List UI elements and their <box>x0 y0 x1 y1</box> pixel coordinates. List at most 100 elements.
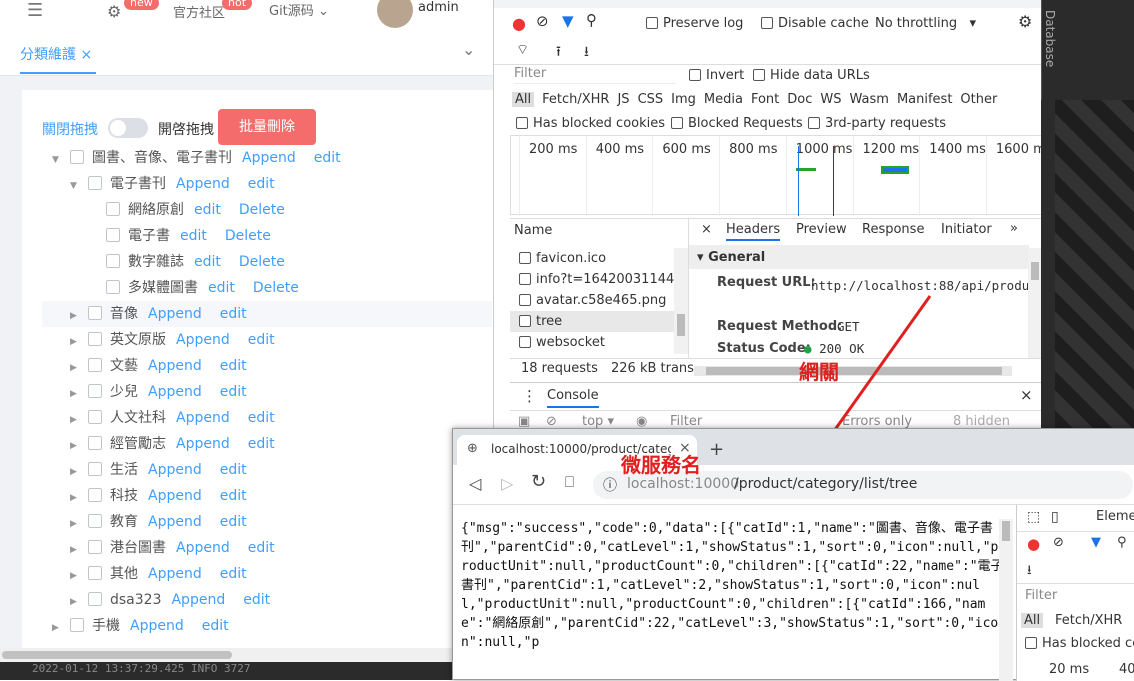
console-tab[interactable]: Console <box>547 388 599 408</box>
third-party-checkbox[interactable]: 3rd-party requests <box>808 116 946 131</box>
append-button[interactable]: Append <box>148 306 202 322</box>
node-checkbox[interactable] <box>88 566 102 580</box>
tree-node[interactable]: ▶ 人文社科 Append edit <box>70 405 275 431</box>
node-checkbox[interactable] <box>106 202 120 216</box>
edit-button[interactable]: edit <box>180 228 207 244</box>
tree-node[interactable]: ▶ 港台圖書 Append edit <box>70 535 275 561</box>
preserve-log-checkbox[interactable]: Preserve log <box>646 16 743 31</box>
settings-gear-icon[interactable]: ⚙ <box>1018 12 1032 31</box>
caret-right-icon[interactable]: ▶ <box>70 433 82 459</box>
caret-right-icon[interactable]: ▶ <box>70 381 82 407</box>
tree-node[interactable]: 多媒體圖書 edit Delete <box>88 275 299 301</box>
edit-button[interactable]: edit <box>243 592 270 608</box>
download-icon[interactable]: ⭳ <box>584 41 589 65</box>
delete-button[interactable]: Delete <box>239 254 285 270</box>
database-tab[interactable]: Database <box>1043 10 1057 67</box>
console-menu-icon[interactable]: ⋮ <box>522 387 537 405</box>
node-checkbox[interactable] <box>88 592 102 606</box>
filter-input[interactable]: Filter <box>514 66 676 84</box>
tree-node[interactable]: ▶ 科技 Append edit <box>70 483 247 509</box>
filter-icon[interactable]: ▼ <box>562 12 574 30</box>
eye-icon[interactable]: ◉ <box>636 414 647 429</box>
edit-button[interactable]: edit <box>220 462 247 478</box>
append-button[interactable]: Append <box>148 514 202 530</box>
append-button[interactable]: Append <box>176 332 230 348</box>
download-icon[interactable]: ⭳ <box>1027 561 1032 583</box>
caret-down-icon[interactable]: ▼ <box>70 173 82 199</box>
node-checkbox[interactable] <box>88 462 102 476</box>
node-checkbox[interactable] <box>88 176 102 190</box>
new-tab-icon[interactable]: + <box>709 439 724 460</box>
name-column-header[interactable]: Name <box>514 223 552 238</box>
node-checkbox[interactable] <box>106 228 120 242</box>
node-checkbox[interactable] <box>88 436 102 450</box>
request-row[interactable]: info?t=164200311446 <box>510 269 674 290</box>
type-all[interactable]: All <box>1021 613 1044 628</box>
edit-button[interactable]: edit <box>220 488 247 504</box>
node-checkbox[interactable] <box>88 332 102 346</box>
log-level-select[interactable]: Errors only <box>842 414 912 429</box>
request-list-scrollbar[interactable] <box>674 248 688 354</box>
chevron-down-icon[interactable]: ⌄ <box>462 40 475 59</box>
horizontal-scrollbar[interactable] <box>0 648 493 662</box>
request-row[interactable]: favicon.ico <box>510 248 674 269</box>
tree-node[interactable]: ▶ 經管勵志 Append edit <box>70 431 275 457</box>
tree-node[interactable]: 電子書 edit Delete <box>88 223 271 249</box>
disable-cache-checkbox[interactable]: Disable cache <box>761 16 869 31</box>
tree-node[interactable]: ▶ 英文原版 Append edit <box>70 327 275 353</box>
append-button[interactable]: Append <box>176 176 230 192</box>
reload-icon[interactable]: ↻ <box>531 471 546 492</box>
edit-button[interactable]: edit <box>194 202 221 218</box>
gear-icon[interactable]: ⚙ <box>107 2 121 21</box>
more-tabs-icon[interactable]: » <box>1010 221 1018 236</box>
node-checkbox[interactable] <box>88 488 102 502</box>
type-fetch[interactable]: Fetch/XHR <box>1055 613 1122 628</box>
clear-icon[interactable]: ⊘ <box>536 12 549 30</box>
delete-button[interactable]: Delete <box>253 280 299 296</box>
edit-button[interactable]: edit <box>248 176 275 192</box>
context-select[interactable]: top ▾ <box>582 414 614 429</box>
caret-right-icon[interactable]: ▶ <box>70 511 82 537</box>
community-link[interactable]: 官方社区 <box>173 2 225 21</box>
append-button[interactable]: Append <box>176 540 230 556</box>
type-filter-all[interactable]: All <box>512 92 535 107</box>
general-section[interactable]: ▾ General <box>697 250 765 265</box>
search-icon[interactable]: ⚲ <box>1117 535 1127 550</box>
type-filter-media[interactable]: Media <box>704 92 743 107</box>
wifi-icon[interactable]: ⌔ <box>516 41 529 59</box>
edit-button[interactable]: edit <box>314 150 341 166</box>
edit-button[interactable]: edit <box>220 358 247 374</box>
append-button[interactable]: Append <box>148 384 202 400</box>
request-row[interactable]: tree <box>510 311 674 332</box>
git-link[interactable]: Git源码 ⌄ <box>269 0 329 19</box>
node-checkbox[interactable] <box>88 358 102 372</box>
record-icon[interactable]: ● <box>1027 535 1040 553</box>
batch-delete-button[interactable]: 批量刪除 <box>218 109 316 145</box>
edit-button[interactable]: edit <box>248 540 275 556</box>
type-filter-img[interactable]: Img <box>671 92 696 107</box>
request-row[interactable]: avatar.c58e465.png <box>510 290 674 311</box>
tab-initiator[interactable]: Initiator <box>941 222 992 237</box>
filter-icon[interactable]: ▼ <box>1091 535 1101 550</box>
append-button[interactable]: Append <box>242 150 296 166</box>
caret-right-icon[interactable]: ▶ <box>70 355 82 381</box>
forward-icon[interactable]: ▷ <box>501 474 513 493</box>
caret-right-icon[interactable]: ▶ <box>70 485 82 511</box>
type-filter-ws[interactable]: WS <box>820 92 841 107</box>
blocked-cookies-checkbox[interactable]: Has blocked cookies <box>516 116 665 131</box>
append-button[interactable]: Append <box>176 436 230 452</box>
close-icon[interactable]: × <box>80 47 92 63</box>
user-name[interactable]: admin <box>418 0 459 15</box>
tree-node[interactable]: ▶ 手機 Append edit <box>52 613 229 639</box>
timeline-overview[interactable]: 200 ms 400 ms 600 ms 800 ms 1000 ms 1200 ms 14… <box>510 135 1046 216</box>
node-checkbox[interactable] <box>88 514 102 528</box>
blocked-cookies-checkbox[interactable]: Has blocked co <box>1025 636 1134 651</box>
caret-right-icon[interactable]: ▶ <box>52 615 64 641</box>
append-button[interactable]: Append <box>148 462 202 478</box>
type-filter-js[interactable]: JS <box>617 92 629 107</box>
edit-button[interactable]: edit <box>220 566 247 582</box>
blocked-requests-checkbox[interactable]: Blocked Requests <box>671 116 803 131</box>
tab-category[interactable]: 分類維護 × <box>20 44 92 64</box>
caret-right-icon[interactable]: ▶ <box>70 563 82 589</box>
tree-node[interactable]: ▶ 文藝 Append edit <box>70 353 247 379</box>
